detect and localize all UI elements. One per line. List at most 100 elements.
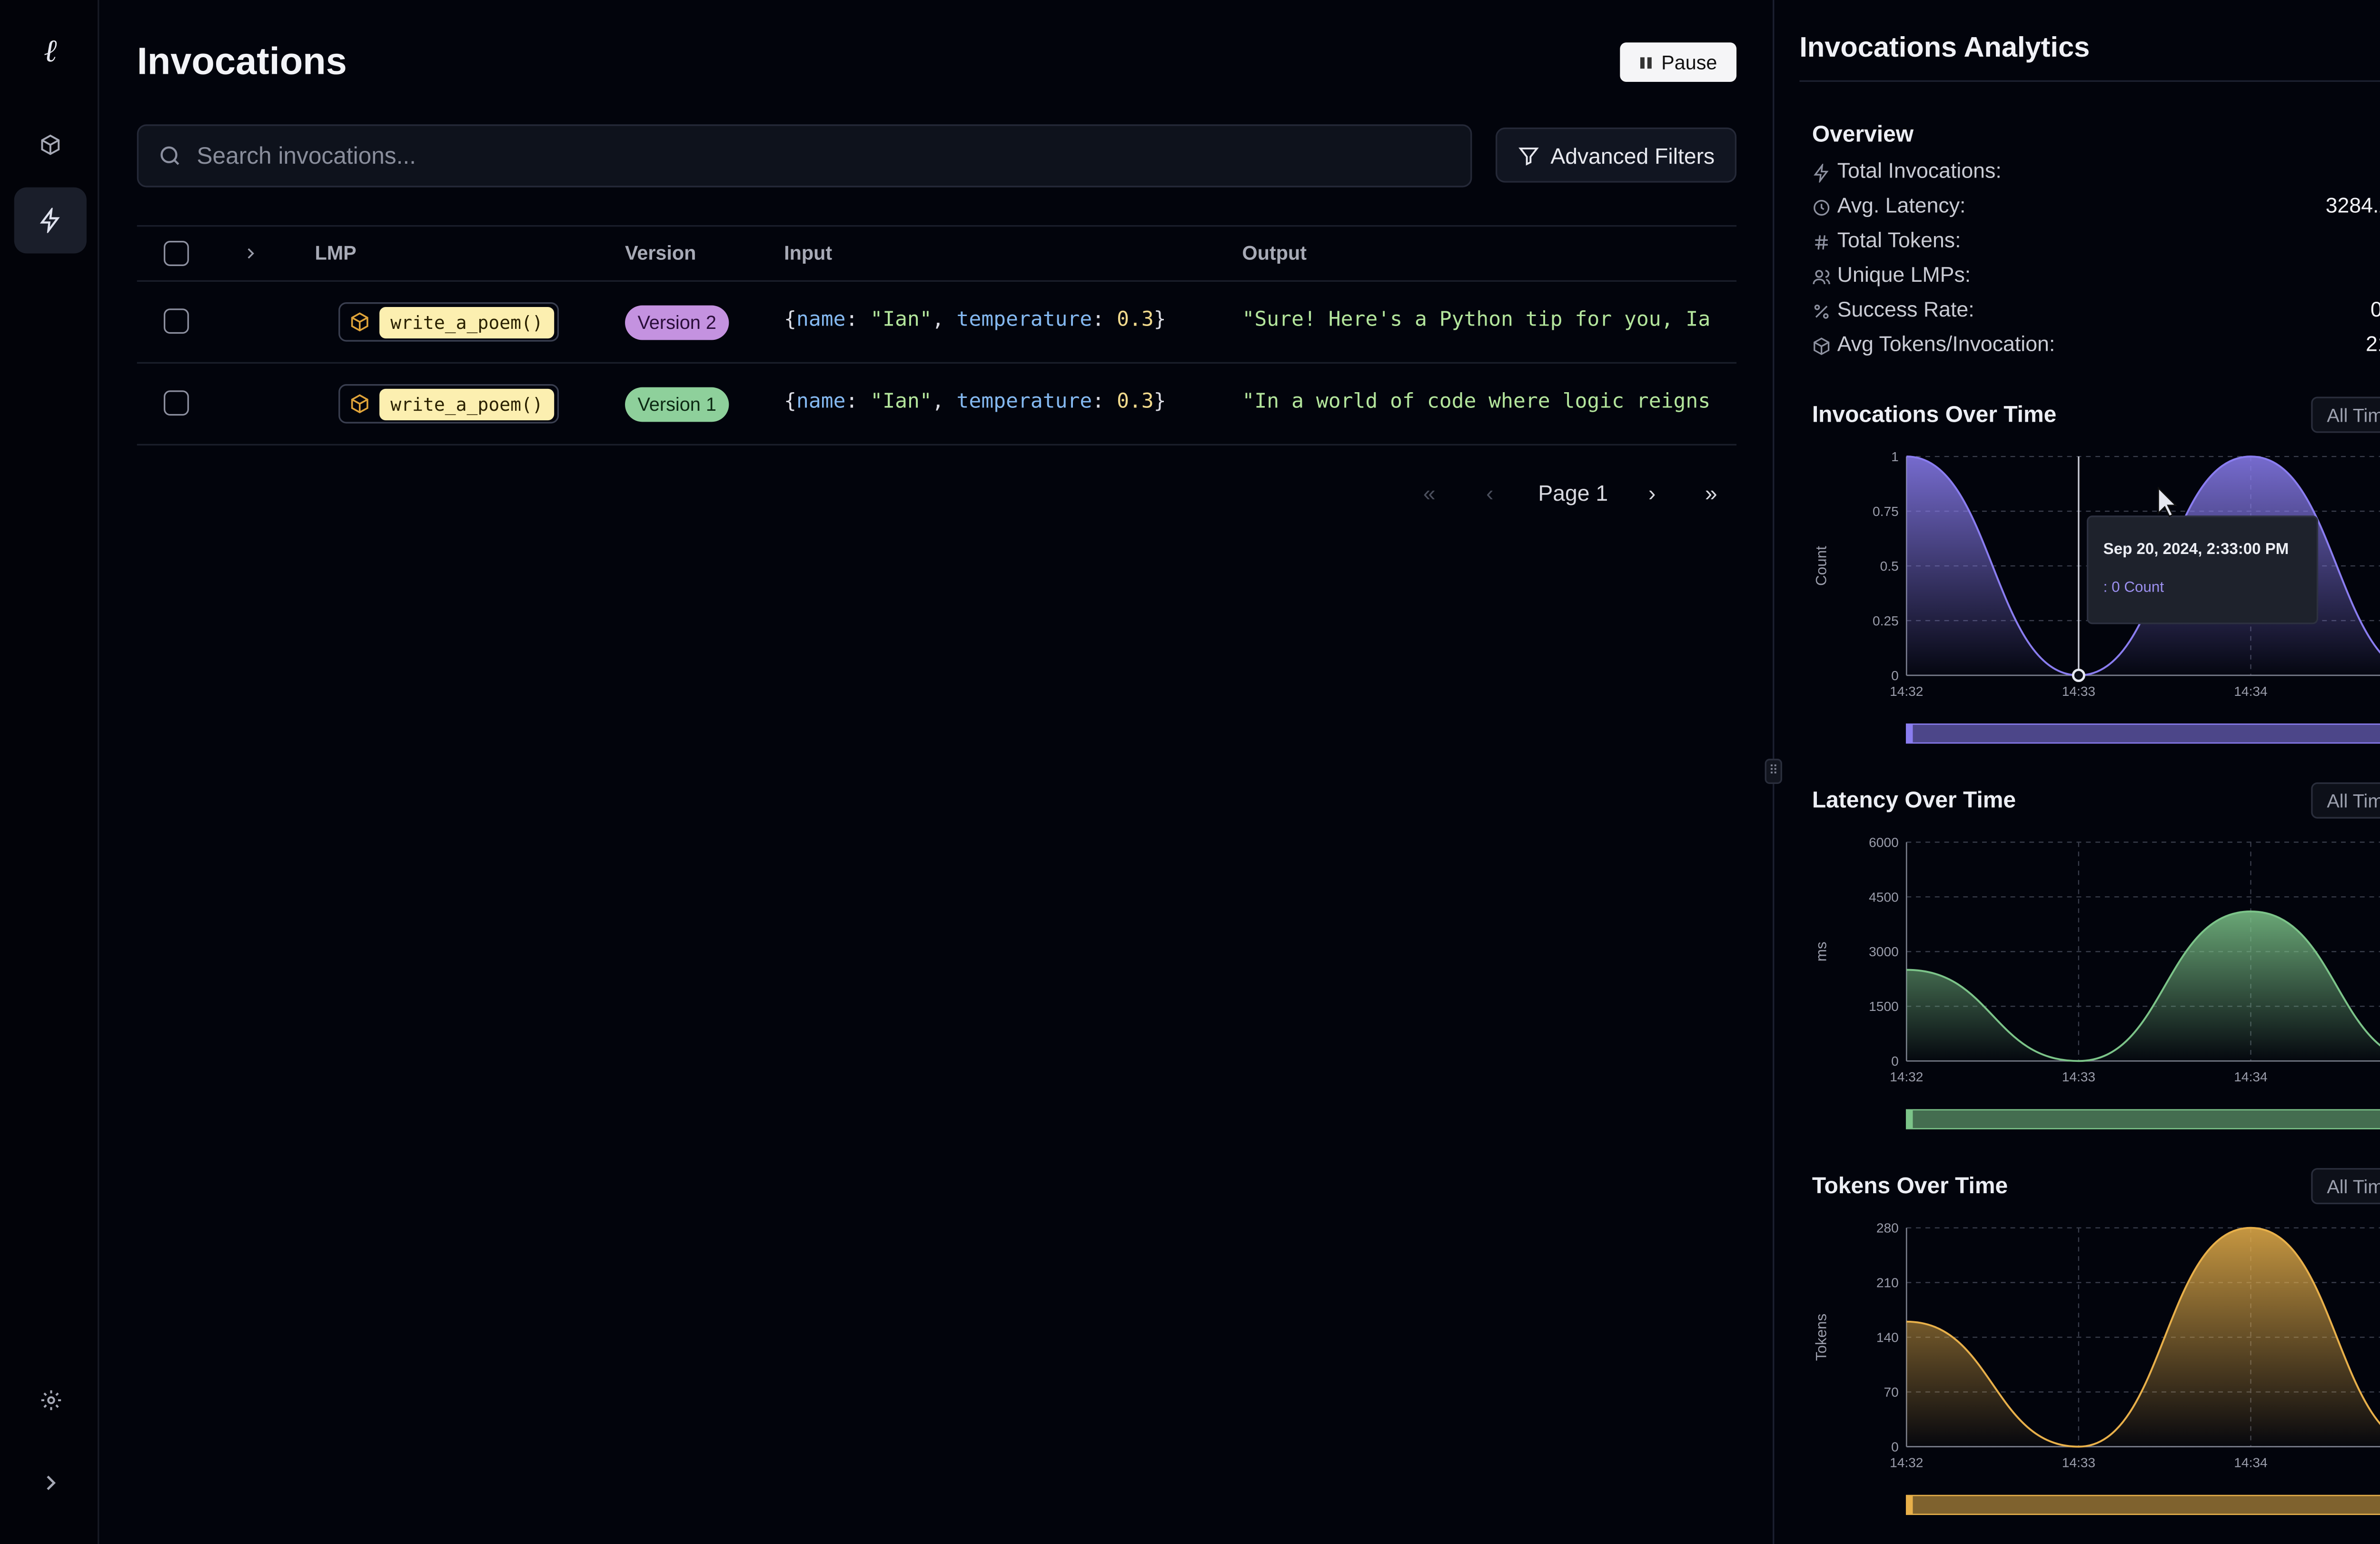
x-tick-label: 14:32 xyxy=(1890,684,1923,699)
col-lmp[interactable]: LMP xyxy=(315,242,356,264)
stat-success-rate: Success Rate: 0.00% xyxy=(1812,297,2380,329)
stat-value: 3284.22ms xyxy=(2325,193,2380,218)
stat-total-invocations: Total Invocations: 2 xyxy=(1812,159,2380,190)
tooltip-title: Sep 20, 2024, 2:33:00 PM xyxy=(2103,540,2289,558)
input-name: "Ian" xyxy=(870,308,932,332)
brush-handle-left[interactable] xyxy=(1906,1109,1913,1129)
mouse-pointer-icon xyxy=(2158,486,2178,517)
select-all-checkbox[interactable] xyxy=(163,241,189,266)
page-indicator: Page 1 xyxy=(1538,480,1608,505)
y-tick-label: 0.25 xyxy=(1873,614,1899,628)
stat-unique-lmps: Unique LMPs: 1 xyxy=(1812,263,2380,294)
input-name: "Ian" xyxy=(870,390,932,414)
analytics-panel: Invocations Analytics Overview Total Inv… xyxy=(1774,0,2380,1544)
series-area xyxy=(1906,911,2380,1061)
invocations-chart[interactable]: 00.250.50.75114:3214:3314:3414:35CountSe… xyxy=(1774,441,2380,755)
nav-lmps[interactable] xyxy=(14,112,87,178)
y-tick-label: 140 xyxy=(1876,1330,1899,1345)
row-checkbox[interactable] xyxy=(163,308,189,334)
cube-icon xyxy=(41,134,60,155)
search-input[interactable] xyxy=(197,142,1471,169)
y-tick-label: 0 xyxy=(1891,1054,1899,1069)
brush-handle-left[interactable] xyxy=(1906,1495,1913,1514)
search-icon xyxy=(160,146,179,165)
analytics-title: Invocations Analytics xyxy=(1799,31,2090,63)
brush-range[interactable] xyxy=(1905,723,2380,744)
tooltip-box xyxy=(2086,515,2319,624)
tokens-chart[interactable]: 07014021028014:3214:3314:3414:35Tokens xyxy=(1774,1212,2380,1527)
stat-label: Success Rate: xyxy=(1837,297,1974,321)
users-icon xyxy=(1813,270,1830,285)
output-cell: "In a world of code where logic reigns xyxy=(1242,390,1711,414)
invocations-main: Invocations Pause Advanced Filters LMP V… xyxy=(101,0,1773,1544)
y-tick-label: 1 xyxy=(1891,449,1899,464)
brush-range[interactable] xyxy=(1905,1109,2380,1129)
range-select-tokens[interactable]: All Time xyxy=(2311,1168,2380,1205)
clock-icon xyxy=(1814,200,1830,216)
nav-expand[interactable] xyxy=(14,1450,87,1516)
chevron-right-icon[interactable] xyxy=(242,246,258,261)
lmp-chip[interactable]: write_a_poem() xyxy=(338,302,559,342)
brush-range[interactable] xyxy=(1905,1495,2380,1515)
y-axis-label: ms xyxy=(1813,941,1830,961)
tooltip-value: : 0 Count xyxy=(2103,579,2164,595)
y-tick-label: 70 xyxy=(1884,1385,1898,1399)
x-tick-label: 14:32 xyxy=(1890,1069,1923,1084)
pause-icon xyxy=(1640,56,1652,68)
advanced-filters-button[interactable]: Advanced Filters xyxy=(1496,127,1737,183)
y-tick-label: 4500 xyxy=(1869,890,1899,904)
pause-label: Pause xyxy=(1661,51,1717,73)
x-tick-label: 14:33 xyxy=(2062,1069,2095,1084)
brush-handle-left[interactable] xyxy=(1906,724,1913,743)
app-logo[interactable]: ℓ xyxy=(14,17,87,83)
y-tick-label: 6000 xyxy=(1869,835,1899,850)
chart-title-tokens: Tokens Over Time xyxy=(1812,1174,2008,1200)
first-page-button[interactable]: « xyxy=(1423,480,1436,505)
invocations-table: LMP Version Input Output write_a_poem() … xyxy=(137,225,1737,445)
y-tick-label: 0 xyxy=(1891,668,1899,683)
col-output[interactable]: Output xyxy=(1242,242,1307,264)
pause-button[interactable]: Pause xyxy=(1620,42,1737,82)
bolt-icon xyxy=(40,208,60,233)
cube-icon xyxy=(1814,337,1830,356)
latency-chart[interactable]: 0150030004500600014:3214:3314:3414:35ms xyxy=(1774,826,2380,1141)
stat-avg-tokens: Avg Tokens/Invocation: 217.00 xyxy=(1812,332,2380,364)
output-cell: "Sure! Here's a Python tip for you, Ia xyxy=(1242,308,1711,332)
prev-page-button[interactable]: ‹ xyxy=(1486,480,1493,505)
input-cell: {name: "Ian", temperature: 0.3} xyxy=(784,390,1166,414)
y-tick-label: 210 xyxy=(1876,1276,1899,1290)
overview-title: Overview xyxy=(1812,122,1914,148)
next-page-button[interactable]: › xyxy=(1648,480,1656,505)
input-cell: {name: "Ian", temperature: 0.3} xyxy=(784,308,1166,332)
nav-rail: ℓ xyxy=(0,0,99,1544)
range-select-invocations[interactable]: All Time xyxy=(2311,396,2380,433)
last-page-button[interactable]: » xyxy=(1705,480,1717,505)
version-badge: Version 2 xyxy=(625,305,729,340)
cube-icon xyxy=(351,312,368,332)
range-label: All Time xyxy=(2327,789,2380,812)
table-row[interactable]: write_a_poem() Version 2 {name: "Ian", t… xyxy=(137,282,1737,364)
version-badge: Version 1 xyxy=(625,387,729,422)
chart-tooltip: Sep 20, 2024, 2:33:00 PM : 0 Count xyxy=(2086,515,2319,624)
col-version[interactable]: Version xyxy=(625,242,696,264)
percent-icon xyxy=(1814,304,1829,319)
table-row[interactable]: write_a_poem() Version 1 {name: "Ian", t… xyxy=(137,364,1737,445)
range-select-latency[interactable]: All Time xyxy=(2311,782,2380,819)
advanced-filters-label: Advanced Filters xyxy=(1550,142,1715,168)
search-box xyxy=(137,124,1472,188)
col-input[interactable]: Input xyxy=(784,242,832,264)
nav-invocations[interactable] xyxy=(14,187,87,254)
lmp-chip[interactable]: write_a_poem() xyxy=(338,384,559,424)
row-checkbox[interactable] xyxy=(163,390,189,416)
logo-glyph: ℓ xyxy=(44,30,57,69)
x-tick-label: 14:32 xyxy=(1890,1455,1923,1470)
nav-settings[interactable] xyxy=(14,1366,87,1433)
range-label: All Time xyxy=(2327,1175,2380,1198)
x-tick-label: 14:34 xyxy=(2234,684,2267,699)
cube-icon xyxy=(351,394,368,414)
stat-label: Unique LMPs: xyxy=(1837,263,1971,287)
hash-icon xyxy=(1815,235,1828,250)
table-header: LMP Version Input Output xyxy=(137,225,1737,282)
input-temperature: 0.3 xyxy=(1117,308,1154,332)
lmp-name: write_a_poem() xyxy=(379,388,554,420)
